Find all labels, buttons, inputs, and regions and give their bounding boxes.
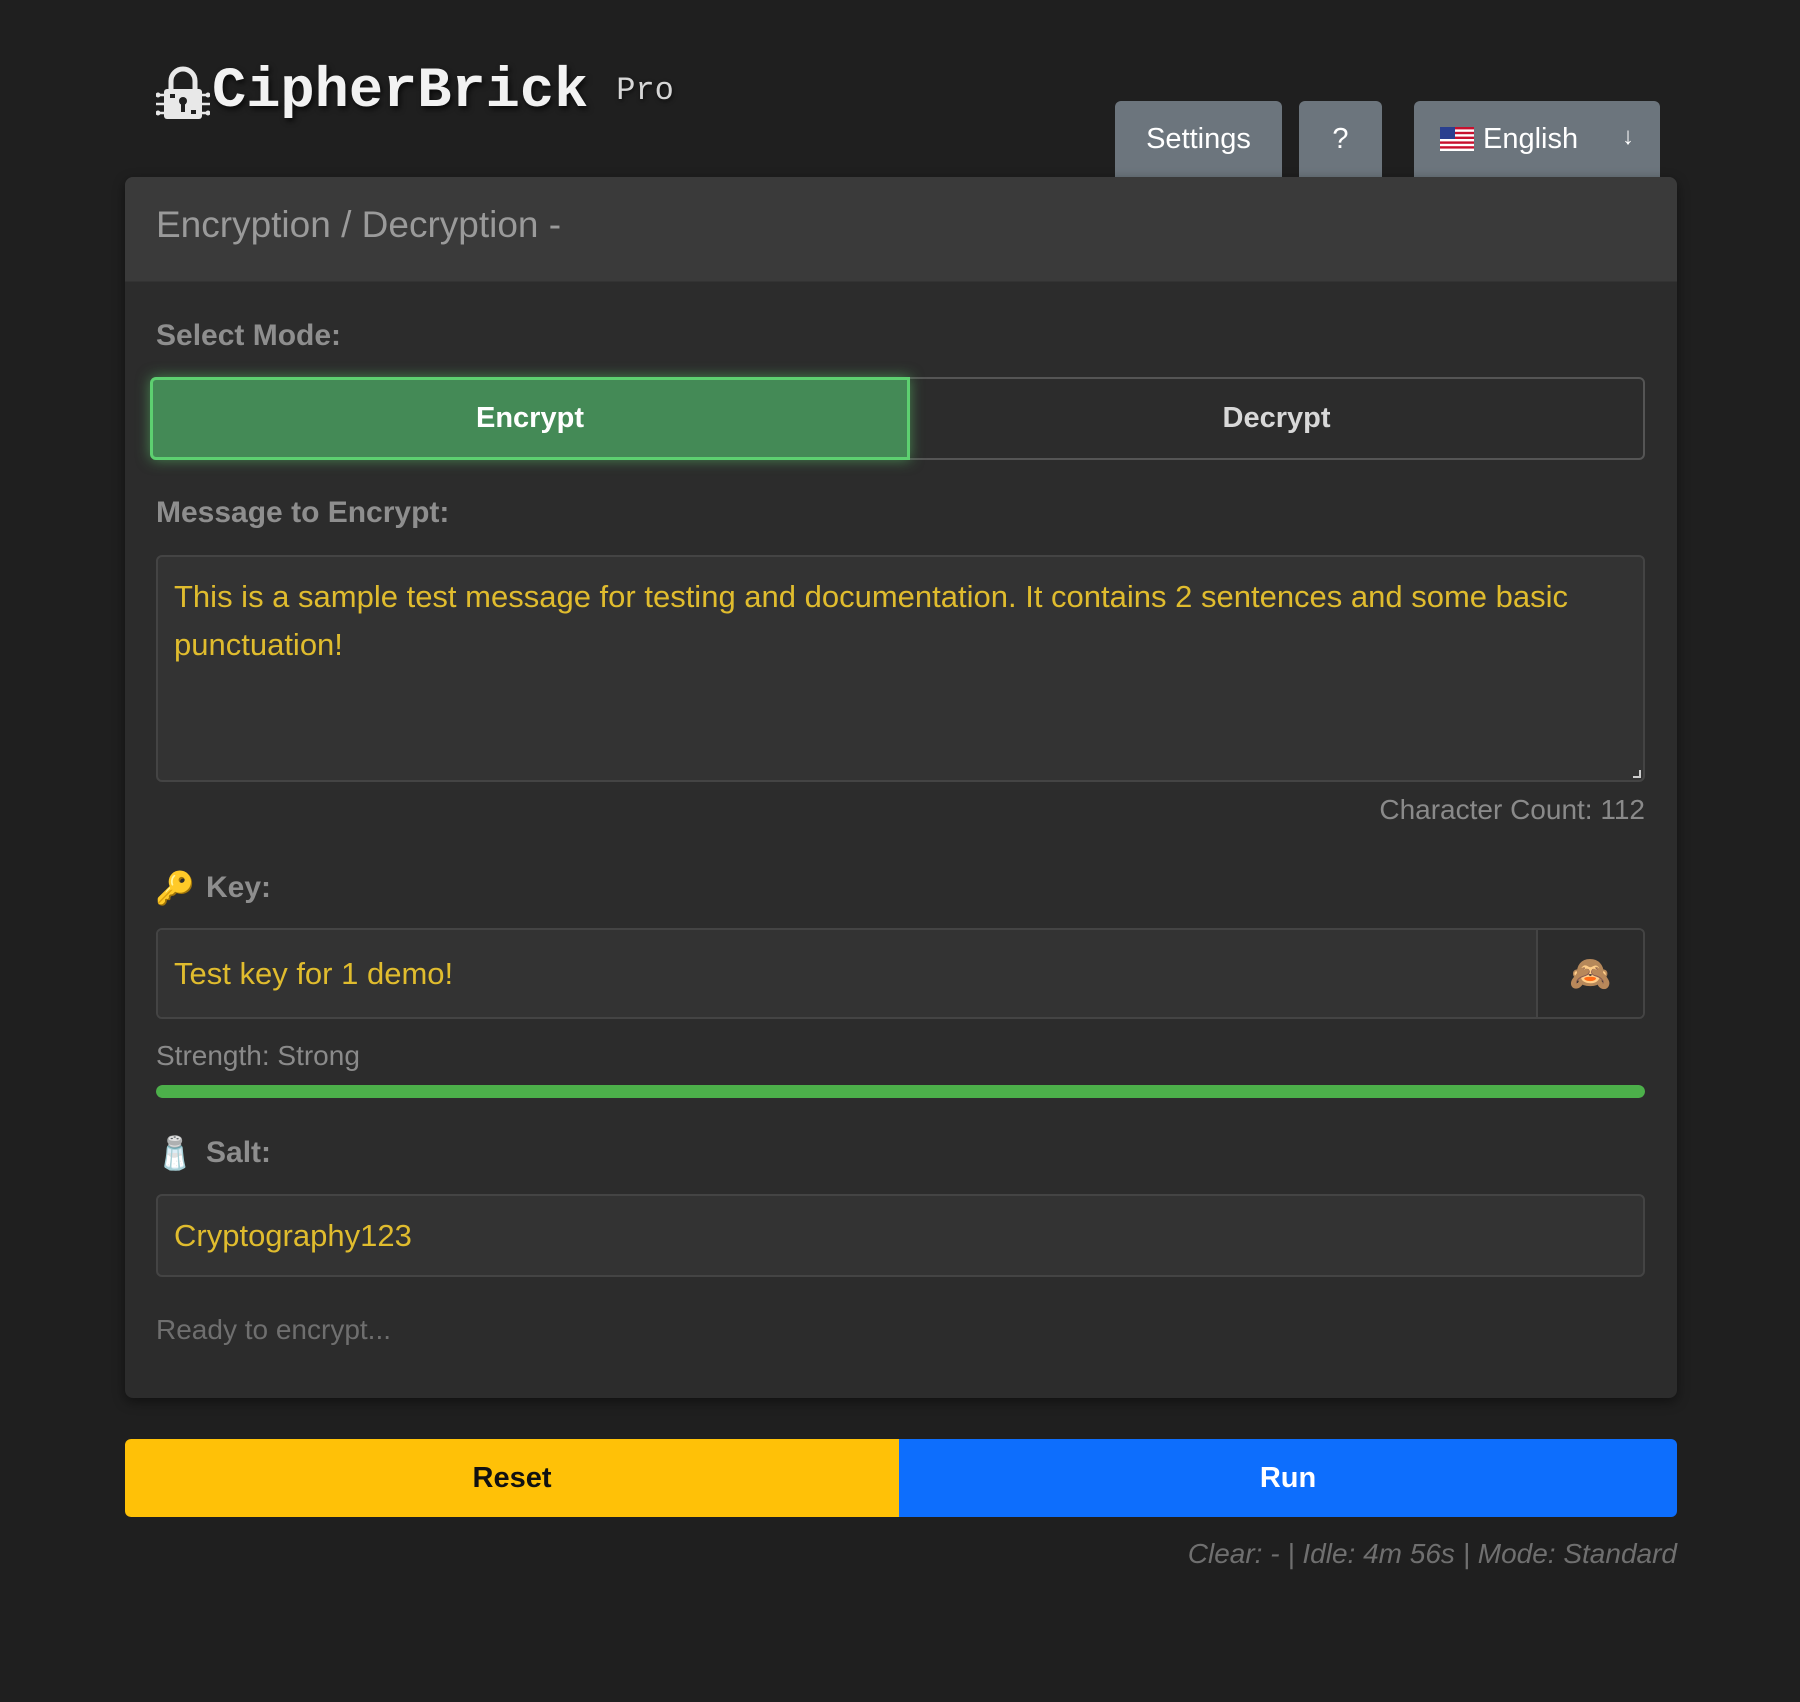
brand-tag: Pro (616, 72, 674, 109)
strength-text: Strength: Strong (156, 1040, 360, 1071)
action-row: Reset Run (125, 1439, 1677, 1517)
run-button[interactable]: Run (899, 1439, 1677, 1517)
decrypt-mode-button[interactable]: Decrypt (910, 377, 1645, 460)
settings-button[interactable]: Settings (1115, 101, 1282, 177)
footer-status: Clear: - | Idle: 4m 56s | Mode: Standard (1187, 1538, 1677, 1569)
key-input[interactable]: Test key for 1 demo! (158, 930, 1536, 1017)
brand: CipherBrick Pro (156, 58, 674, 126)
message-text: This is a sample test message for testin… (174, 579, 1569, 662)
key-input-group: Test key for 1 demo! 🙈 (156, 928, 1645, 1019)
message-textarea[interactable]: This is a sample test message for testin… (156, 555, 1645, 782)
language-select[interactable]: English ↓ (1414, 101, 1660, 177)
message-label-text: Message to Encrypt: (156, 496, 450, 529)
salt-label-text: Salt: (206, 1136, 272, 1169)
resize-handle[interactable] (1633, 770, 1641, 778)
lock-circuit-icon (156, 66, 210, 119)
key-icon: 🔑 (155, 870, 195, 906)
reset-button[interactable]: Reset (125, 1439, 899, 1517)
mode-toggle: Encrypt Decrypt (150, 377, 1645, 460)
card-title: Encryption / Decryption - (156, 204, 562, 245)
character-count: Character Count: 112 (1379, 794, 1645, 825)
arrow-down-icon: ↓ (1622, 123, 1634, 150)
language-label: English (1483, 122, 1579, 155)
key-label: 🔑 Key: (155, 869, 272, 907)
status-text: Ready to encrypt... (156, 1314, 392, 1345)
brand-name: CipherBrick (212, 60, 589, 124)
us-flag-icon (1440, 127, 1474, 151)
see-no-evil-monkey-icon: 🙈 (1569, 954, 1612, 993)
encryption-card: Encryption / Decryption - Select Mode: E… (125, 177, 1677, 1398)
help-button[interactable]: ? (1299, 101, 1382, 177)
mode-label-text: Select Mode: (156, 319, 342, 352)
strength-bar (156, 1085, 1645, 1098)
strength-fill (156, 1085, 1645, 1098)
toggle-visibility-button[interactable]: 🙈 (1536, 930, 1643, 1017)
app-root: CipherBrick Pro Settings ? English ↓ Enc… (0, 0, 1800, 1702)
encrypt-mode-button[interactable]: Encrypt (150, 377, 910, 460)
salt-shaker-icon: 🧂 (155, 1135, 195, 1171)
key-label-text: Key: (206, 871, 272, 904)
salt-input[interactable]: Cryptography123 (156, 1194, 1645, 1277)
message-label: Message to Encrypt: (156, 496, 449, 530)
salt-label: 🧂 Salt: (155, 1134, 272, 1172)
mode-label: Select Mode: (156, 319, 341, 353)
